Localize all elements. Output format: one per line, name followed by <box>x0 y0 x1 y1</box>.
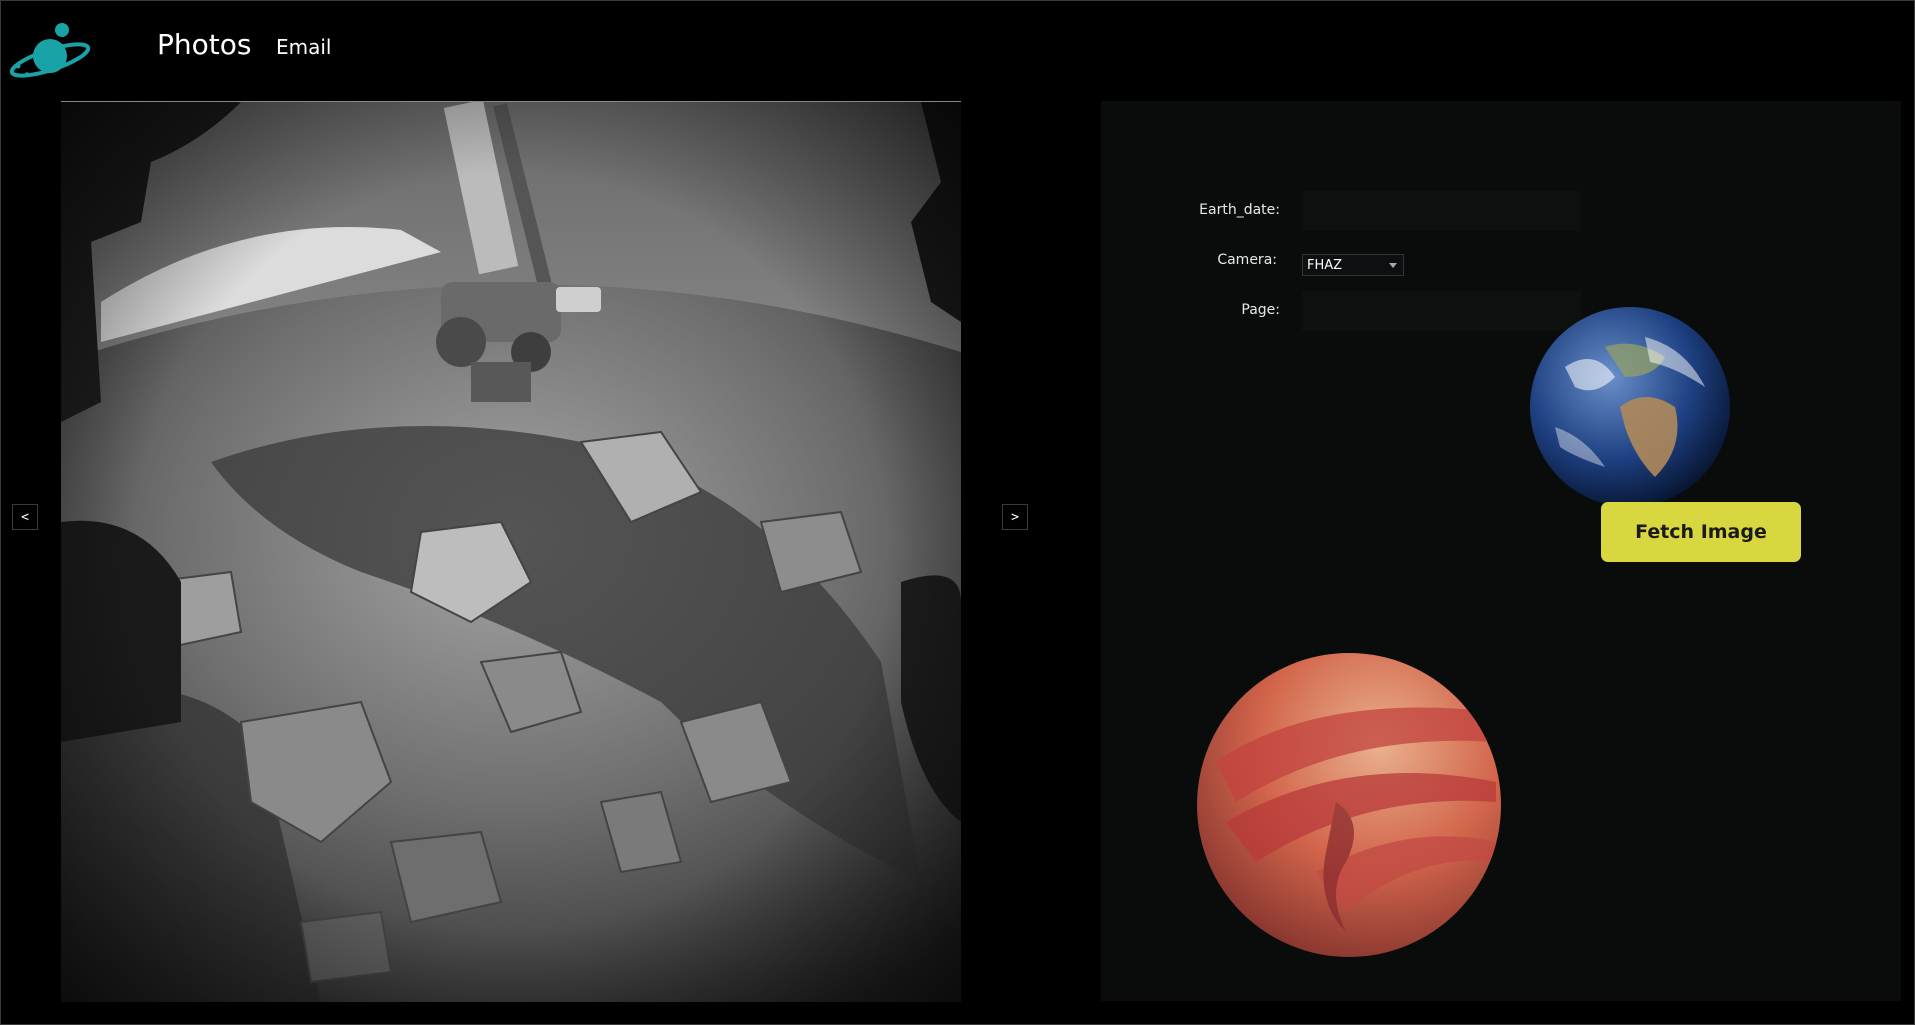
camera-select[interactable]: FHAZ <box>1302 254 1404 276</box>
earth-image <box>1525 307 1735 507</box>
earth-date-input[interactable] <box>1302 191 1581 231</box>
earth-date-label: Earth_date: <box>1199 202 1280 218</box>
rover-photo <box>61 101 961 1002</box>
fetch-image-button[interactable]: Fetch Image <box>1601 502 1801 562</box>
red-planet-image <box>1196 652 1502 958</box>
camera-label: Camera: <box>1217 252 1277 268</box>
previous-photo-button[interactable]: < <box>12 504 38 530</box>
page-label: Page: <box>1241 302 1280 318</box>
nav-email-link[interactable]: Email <box>276 35 332 59</box>
camera-selected-value: FHAZ <box>1307 257 1343 273</box>
ringed-planet-icon[interactable] <box>9 22 92 80</box>
nav-photos-link[interactable]: Photos <box>157 28 251 61</box>
next-photo-button[interactable]: > <box>1002 504 1028 530</box>
chevron-down-icon <box>1389 263 1397 268</box>
